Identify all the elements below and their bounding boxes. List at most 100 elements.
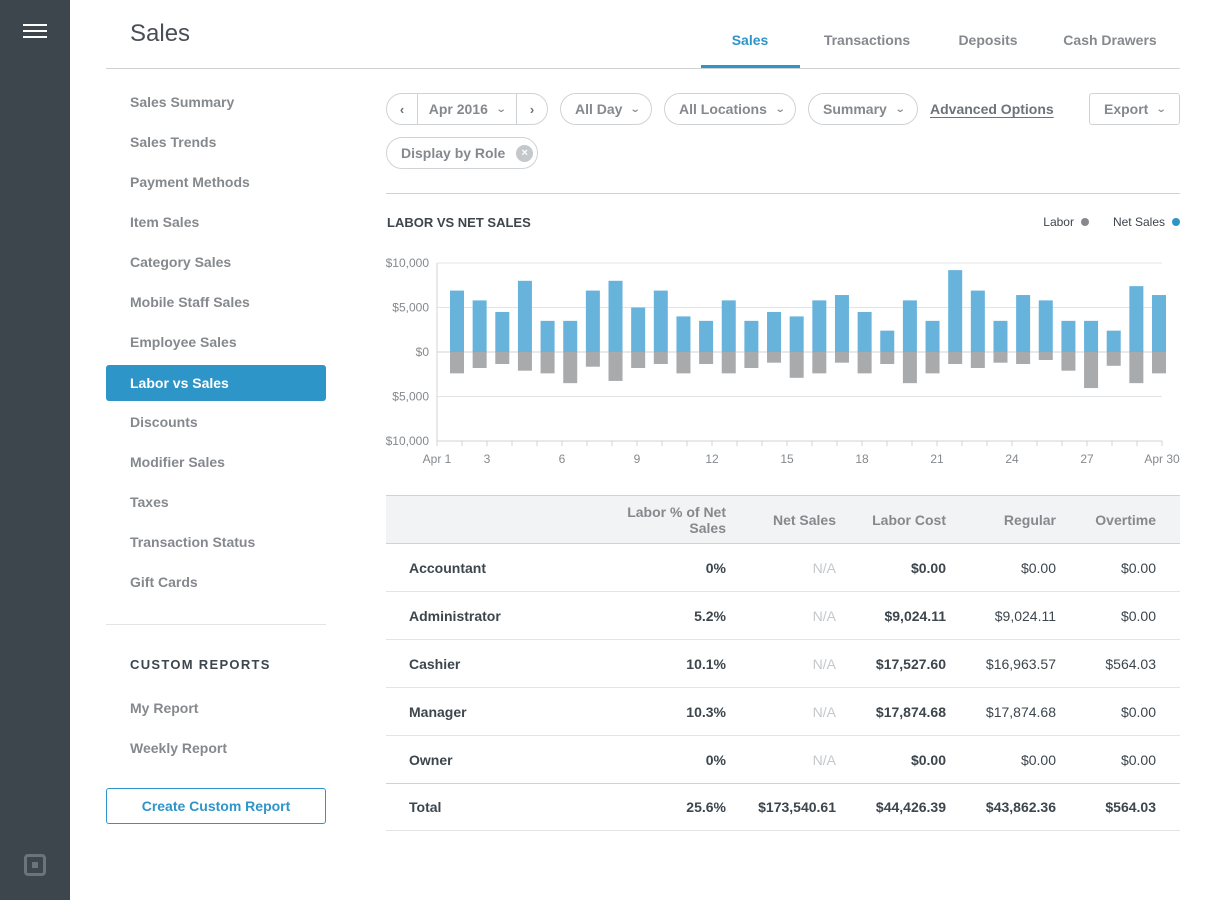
net-sales-bar — [608, 280, 623, 352]
sidebar-item-sales-summary[interactable]: Sales Summary — [106, 86, 326, 126]
chip-label: Display by Role — [401, 145, 506, 161]
net-sales-bar — [970, 290, 985, 352]
net-sales-bar — [812, 300, 827, 352]
labor-bar — [608, 352, 623, 381]
cell-labor-pct: 10.3% — [686, 703, 726, 720]
sidebar-item-my-report[interactable]: My Report — [106, 692, 326, 732]
labor-bar — [1106, 352, 1121, 366]
sidebar-item-gift-cards[interactable]: Gift Cards — [106, 566, 326, 606]
location-label: All Locations — [679, 101, 767, 117]
tab-cash-drawers[interactable]: Cash Drawers — [1042, 30, 1178, 69]
sidebar-item-payment-methods[interactable]: Payment Methods — [106, 166, 326, 206]
labor-bar — [1129, 352, 1144, 384]
table-row[interactable]: Accountant 0% N/A $0.00 $0.00 $0.00 — [386, 544, 1180, 592]
labor-bar — [1084, 352, 1099, 389]
sidebar-item-taxes[interactable]: Taxes — [106, 486, 326, 526]
labor-bar — [676, 352, 691, 374]
legend-dot-labor — [1080, 218, 1089, 226]
cell-net-sales: N/A — [812, 559, 836, 576]
cell-regular: $0.00 — [1020, 751, 1056, 768]
cell-role: Owner — [409, 751, 453, 768]
tab-sales[interactable]: Sales — [700, 30, 800, 69]
sidebar-item-discounts[interactable]: Discounts — [106, 406, 326, 446]
cell-labor-cost: $0.00 — [910, 559, 946, 576]
table-header: Labor % of Net Sales Net Sales Labor Cos… — [386, 495, 1180, 544]
cell-role: Total — [409, 799, 442, 815]
labor-bar — [789, 352, 804, 378]
table-row[interactable]: Manager 10.3% N/A $17,874.68 $17,874.68 $0.00 — [386, 688, 1180, 736]
net-sales-bar — [993, 320, 1008, 352]
cell-labor-cost: $44,426.39 — [875, 799, 946, 815]
cell-net-sales: N/A — [812, 655, 836, 672]
labor-bar — [699, 352, 714, 365]
labor-bar — [1038, 352, 1053, 361]
chart-title: LABOR VS NET SALES — [387, 215, 531, 230]
month-select[interactable]: Apr 2016 ⌄ — [417, 94, 517, 124]
labor-bar — [970, 352, 985, 369]
time-range-label: All Day — [575, 101, 623, 117]
cell-regular: $43,862.36 — [985, 799, 1056, 815]
sidebar-item-labor-vs-sales[interactable]: Labor vs Sales — [106, 365, 326, 401]
labor-bar — [563, 352, 578, 384]
y-tick-label: $5,000 — [392, 301, 429, 315]
custom-reports-heading: CUSTOM REPORTS — [130, 657, 271, 672]
sidebar-item-mobile-staff-sales[interactable]: Mobile Staff Sales — [106, 286, 326, 326]
cell-regular: $17,874.68 — [985, 703, 1056, 720]
table-row[interactable]: Administrator 5.2% N/A $9,024.11 $9,024.11 $0… — [386, 592, 1180, 640]
cell-labor-pct: 0% — [705, 559, 726, 576]
col-header-labor-pct[interactable]: Labor % of Net Sales — [606, 504, 726, 536]
cell-labor-cost: $17,874.68 — [875, 703, 946, 720]
col-header-net-sales[interactable]: Net Sales — [726, 512, 836, 528]
net-sales-bar — [1038, 300, 1053, 352]
sidebar-item-item-sales[interactable]: Item Sales — [106, 206, 326, 246]
create-custom-report-button[interactable]: Create Custom Report — [106, 788, 326, 824]
sidebar-item-modifier-sales[interactable]: Modifier Sales — [106, 446, 326, 486]
labor-bar — [1016, 352, 1031, 365]
next-month-button[interactable]: › — [517, 94, 547, 124]
labor-bar — [812, 352, 827, 374]
labor-bar — [653, 352, 668, 365]
x-tick-label: 21 — [930, 452, 944, 466]
labor-bar — [834, 352, 849, 363]
net-sales-bar — [495, 311, 510, 352]
cell-net-sales: N/A — [812, 703, 836, 720]
net-sales-bar — [472, 300, 487, 352]
left-rail — [0, 0, 70, 900]
export-button[interactable]: Export ⌄ — [1089, 93, 1180, 125]
time-range-select[interactable]: All Day ⌄ — [560, 93, 652, 125]
cell-regular: $9,024.11 — [994, 607, 1056, 624]
col-header-overtime[interactable]: Overtime — [1056, 512, 1156, 528]
prev-month-button[interactable]: ‹ — [387, 94, 417, 124]
labor-bar — [1152, 352, 1166, 374]
chart-legend: Labor Net Sales — [1043, 215, 1180, 229]
table-row[interactable]: Owner 0% N/A $0.00 $0.00 $0.00 — [386, 736, 1180, 784]
tab-transactions[interactable]: Transactions — [800, 30, 934, 69]
col-header-labor-cost[interactable]: Labor Cost — [836, 512, 946, 528]
labor-bar — [472, 352, 487, 369]
sidebar-item-weekly-report[interactable]: Weekly Report — [106, 732, 326, 772]
advanced-options-link[interactable]: Advanced Options — [930, 101, 1054, 117]
tab-deposits[interactable]: Deposits — [934, 30, 1042, 69]
net-sales-bar — [631, 307, 646, 352]
col-header-regular[interactable]: Regular — [946, 512, 1056, 528]
labor-bar — [767, 352, 782, 363]
labor-bar — [517, 352, 532, 371]
sidebar-item-sales-trends[interactable]: Sales Trends — [106, 126, 326, 166]
sidebar-item-category-sales[interactable]: Category Sales — [106, 246, 326, 286]
cell-labor-pct: 10.1% — [686, 655, 726, 672]
cell-net-sales: $173,540.61 — [758, 799, 836, 815]
hamburger-menu-icon[interactable] — [23, 24, 47, 40]
sidebar-item-employee-sales[interactable]: Employee Sales — [106, 326, 326, 366]
sidebar-item-transaction-status[interactable]: Transaction Status — [106, 526, 326, 566]
remove-chip-icon[interactable]: × — [516, 144, 534, 162]
net-sales-bar — [1084, 320, 1099, 352]
net-sales-bar — [699, 320, 714, 352]
chevron-down-icon: ⌄ — [774, 103, 786, 115]
table-row[interactable]: Cashier 10.1% N/A $17,527.60 $16,963.57 $564.… — [386, 640, 1180, 688]
cell-labor-cost: $9,024.11 — [884, 607, 946, 624]
square-logo-icon[interactable] — [24, 854, 46, 876]
location-select[interactable]: All Locations ⌄ — [664, 93, 796, 125]
cell-net-sales: N/A — [812, 751, 836, 768]
net-sales-bar — [1129, 286, 1144, 352]
view-select[interactable]: Summary ⌄ — [808, 93, 918, 125]
